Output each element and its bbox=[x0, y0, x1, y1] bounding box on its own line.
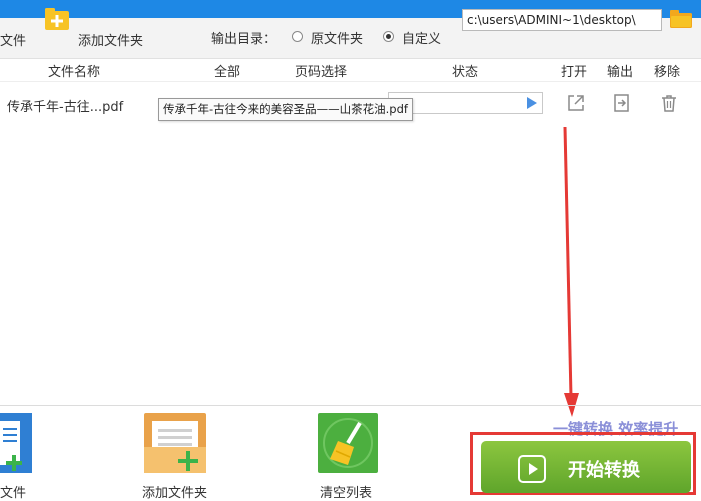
browse-folder-icon[interactable] bbox=[670, 10, 692, 28]
add-folder-icon[interactable] bbox=[45, 8, 69, 30]
remove-trash-icon[interactable] bbox=[659, 93, 679, 113]
add-file-button[interactable]: 文件 bbox=[0, 30, 26, 49]
column-open: 打开 bbox=[561, 65, 588, 80]
bottom-add-folder-label[interactable]: 添加文件夹 bbox=[142, 482, 207, 501]
file-name-tooltip: 传承千年-古往今来的美容圣品——山茶花油.pdf bbox=[158, 98, 413, 121]
file-list-header bbox=[0, 59, 701, 82]
radio-custom-label[interactable]: 自定义 bbox=[402, 28, 441, 47]
column-page-select: 页码选择 bbox=[295, 65, 348, 80]
output-dir-label: 输出目录： bbox=[211, 32, 277, 47]
annotation-arrow bbox=[563, 126, 579, 417]
column-all: 全部 bbox=[214, 65, 241, 80]
output-file-icon[interactable] bbox=[612, 93, 632, 113]
clear-list-broom-icon[interactable] bbox=[318, 413, 378, 473]
file-name-cell: 传承千年-古往...pdf bbox=[7, 100, 124, 115]
start-convert-label[interactable]: 开始转换 bbox=[568, 456, 640, 482]
radio-original-label[interactable]: 原文件夹 bbox=[311, 28, 363, 47]
radio-original-folder[interactable] bbox=[292, 31, 303, 42]
bottom-divider bbox=[0, 405, 701, 406]
bottom-clear-list-label[interactable]: 清空列表 bbox=[320, 482, 372, 501]
bottom-add-file-label[interactable]: 文件 bbox=[0, 482, 26, 501]
column-status: 状态 bbox=[452, 65, 479, 80]
column-output: 输出 bbox=[607, 65, 634, 80]
output-path-field[interactable]: c:\users\ADMINI~1\desktop\ bbox=[462, 9, 662, 31]
add-folder-large-icon[interactable] bbox=[144, 413, 206, 473]
add-folder-button[interactable]: 添加文件夹 bbox=[78, 30, 143, 49]
column-remove: 移除 bbox=[654, 65, 681, 80]
play-triangle bbox=[529, 463, 538, 475]
add-file-doc-icon[interactable] bbox=[0, 413, 33, 473]
open-file-icon[interactable] bbox=[566, 93, 586, 113]
column-file-name: 文件名称 bbox=[48, 65, 101, 80]
radio-custom[interactable] bbox=[383, 31, 394, 42]
